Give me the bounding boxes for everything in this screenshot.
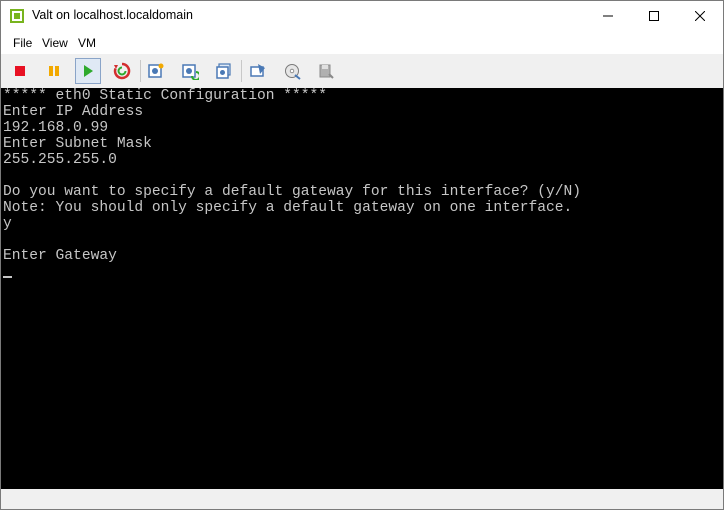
- console-line: Enter Subnet Mask: [3, 136, 152, 152]
- console-cursor-line: [1, 264, 723, 280]
- vm-console[interactable]: ***** eth0 Static Configuration ***** En…: [1, 88, 723, 489]
- send-ctrl-alt-del-icon: [250, 64, 265, 77]
- console-line: Enter IP Address: [3, 104, 144, 120]
- pause-icon: [49, 66, 59, 76]
- vm-console-window: Valt on localhost.localdomain File View …: [0, 0, 724, 510]
- close-icon: [695, 11, 705, 21]
- toolbar-separator: [140, 60, 141, 82]
- close-button[interactable]: [677, 1, 723, 31]
- vsphere-logo-icon: [9, 8, 25, 24]
- revert-snapshot-icon: [182, 64, 199, 80]
- stop-icon: [15, 66, 25, 76]
- minimize-icon: [603, 15, 613, 17]
- connect-cd-icon: [285, 64, 301, 80]
- menu-file[interactable]: File: [13, 36, 32, 50]
- snapshot-icon: [148, 63, 164, 78]
- toolbar: [1, 54, 723, 87]
- console-line: Do you want to specify a default gateway…: [3, 184, 582, 200]
- play-icon: [84, 65, 93, 77]
- take-snapshot-button[interactable]: [143, 58, 169, 84]
- console-line: Note: You should only specify a default …: [3, 200, 573, 216]
- title-bar: Valt on localhost.localdomain: [1, 1, 723, 31]
- console-line: y: [3, 216, 12, 232]
- window-bottom-edge: [1, 489, 723, 509]
- connect-floppy-icon: [319, 64, 334, 79]
- connect-cd-button[interactable]: [279, 58, 305, 84]
- minimize-button[interactable]: [585, 1, 631, 31]
- power-on-button[interactable]: [75, 58, 101, 84]
- menu-vm[interactable]: VM: [78, 36, 96, 50]
- send-ctrl-alt-del-button[interactable]: [245, 58, 271, 84]
- revert-snapshot-button[interactable]: [177, 58, 203, 84]
- suspend-button[interactable]: [41, 58, 67, 84]
- maximize-button[interactable]: [631, 1, 677, 31]
- reset-button[interactable]: [109, 58, 135, 84]
- manage-snapshots-icon: [216, 63, 231, 79]
- console-line: 255.255.255.0: [3, 152, 117, 168]
- snapshot-manager-button[interactable]: [211, 58, 237, 84]
- maximize-icon: [649, 11, 659, 21]
- menu-view[interactable]: View: [42, 36, 68, 50]
- console-line: 192.168.0.99: [3, 120, 109, 136]
- console-line: Enter Gateway: [3, 248, 117, 264]
- text-cursor: [3, 276, 12, 278]
- connect-floppy-button[interactable]: [313, 58, 339, 84]
- toolbar-separator: [241, 60, 242, 82]
- menu-bar: File View VM: [1, 31, 723, 54]
- console-line: ***** eth0 Static Configuration *****: [3, 88, 328, 104]
- power-off-button[interactable]: [7, 58, 33, 84]
- reset-icon: [113, 62, 131, 80]
- window-title: Valt on localhost.localdomain: [32, 8, 193, 22]
